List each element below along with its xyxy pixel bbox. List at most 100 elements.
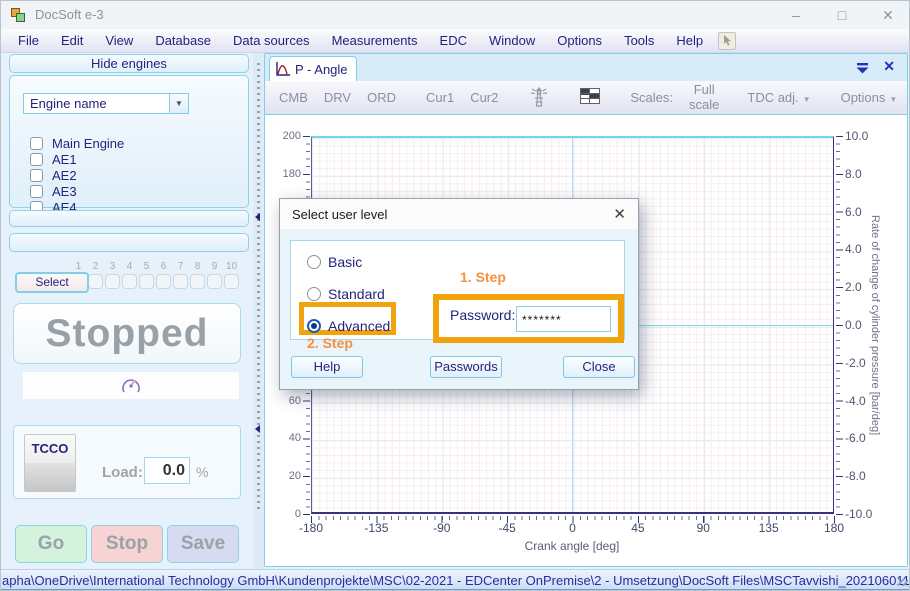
- resize-grip[interactable]: [898, 578, 908, 586]
- splitter-grip[interactable]: [257, 63, 260, 513]
- toolbar-drv-button[interactable]: DRV: [324, 90, 351, 105]
- load-input[interactable]: [144, 457, 190, 484]
- splitter-arrow-left-icon[interactable]: [255, 213, 260, 221]
- menu-item-database[interactable]: Database: [144, 29, 222, 53]
- tdc-adj-dropdown[interactable]: TDC adj.▼: [747, 90, 810, 105]
- right-axis-major-ticks: [836, 136, 843, 515]
- collapse-panel-icon[interactable]: [856, 61, 869, 79]
- cylinder-column: 2: [88, 261, 103, 289]
- engine-checkbox[interactable]: [30, 137, 43, 150]
- engine-dropdown-value: Engine name: [24, 94, 169, 113]
- cylinder-column: 6: [156, 261, 171, 289]
- radio-label: Standard: [328, 286, 385, 302]
- tab-p-angle[interactable]: P - Angle: [269, 56, 357, 81]
- cylinder-checkbox[interactable]: [190, 274, 205, 289]
- cylinder-number-label: 7: [178, 261, 184, 273]
- collapsed-panel-1[interactable]: [9, 210, 249, 227]
- passwords-button[interactable]: Passwords: [430, 356, 502, 378]
- engine-checkbox[interactable]: [30, 153, 43, 166]
- menu-item-view[interactable]: View: [94, 29, 144, 53]
- menu-item-data-sources[interactable]: Data sources: [222, 29, 321, 53]
- engine-checkbox[interactable]: [30, 185, 43, 198]
- full-scale-button[interactable]: Full scale: [689, 83, 719, 112]
- menu-item-help[interactable]: Help: [665, 29, 714, 53]
- radio-advanced[interactable]: [307, 319, 321, 333]
- menu-item-window[interactable]: Window: [478, 29, 546, 53]
- cylinder-column: 10: [224, 261, 239, 289]
- dialog-title-bar[interactable]: Select user level ✕: [280, 199, 638, 229]
- menu-item-edc[interactable]: EDC: [429, 29, 478, 53]
- radio-row-advanced[interactable]: Advanced: [307, 318, 390, 334]
- radio-row-basic[interactable]: Basic: [307, 254, 362, 270]
- engine-name-dropdown[interactable]: Engine name ▼: [23, 93, 189, 114]
- options-dropdown[interactable]: Options▼: [841, 90, 898, 105]
- engine-list: Main EngineAE1AE2AE3AE4: [30, 135, 124, 215]
- engine-label: AE3: [52, 184, 77, 199]
- cylinder-number-label: 9: [212, 261, 218, 273]
- radio-standard[interactable]: [307, 287, 321, 301]
- select-user-level-dialog: Select user level ✕ Basic Standard Advance…: [279, 198, 639, 390]
- engine-label: AE1: [52, 152, 77, 167]
- cylinder-checkbox[interactable]: [139, 274, 154, 289]
- stop-button[interactable]: Stop: [91, 525, 163, 563]
- x-axis-label: Crank angle [deg]: [452, 539, 692, 553]
- x-tick: -45: [485, 521, 529, 535]
- hide-engines-button[interactable]: Hide engines: [9, 54, 249, 73]
- file-path-text: apha\OneDrive\International Technology G…: [2, 573, 910, 588]
- cylinder-checkbox[interactable]: [105, 274, 120, 289]
- x-tick: 45: [616, 521, 660, 535]
- cylinder-checkbox[interactable]: [207, 274, 222, 289]
- tcco-block[interactable]: TCCO: [24, 434, 76, 492]
- toolbar-ord-button[interactable]: ORD: [367, 90, 396, 105]
- engine-checkbox[interactable]: [30, 169, 43, 182]
- radio-basic[interactable]: [307, 255, 321, 269]
- app-window: DocSoft e-3 – □ ✕ FileEditViewDatabaseDa…: [0, 0, 910, 591]
- tab-row: P - Angle ✕: [265, 54, 907, 81]
- radio-row-standard[interactable]: Standard: [307, 286, 385, 302]
- menu-item-tools[interactable]: Tools: [613, 29, 665, 53]
- toolbar-cmb-button[interactable]: CMB: [279, 90, 308, 105]
- cylinder-number-label: 6: [161, 261, 167, 273]
- menu-item-options[interactable]: Options: [546, 29, 613, 53]
- select-button[interactable]: Select: [15, 272, 89, 293]
- hand-pointer-icon[interactable]: [718, 32, 736, 50]
- window-title: DocSoft e-3: [35, 7, 104, 22]
- dialog-close-icon[interactable]: ✕: [613, 205, 626, 223]
- cylinder-checkbox[interactable]: [122, 274, 137, 289]
- y-left-tick: 180: [269, 168, 301, 180]
- close-button[interactable]: ✕: [865, 1, 910, 29]
- help-button[interactable]: Help: [291, 356, 363, 378]
- cylinder-number-label: 3: [110, 261, 116, 273]
- minimize-button[interactable]: –: [773, 1, 819, 29]
- close-dialog-button[interactable]: Close: [563, 356, 635, 378]
- menu-item-file[interactable]: File: [7, 29, 50, 53]
- load-unit: %: [196, 464, 208, 480]
- x-tick: 180: [812, 521, 856, 535]
- maximize-button[interactable]: □: [819, 1, 865, 29]
- go-button[interactable]: Go: [15, 525, 87, 563]
- menu-bar-items: FileEditViewDatabaseData sourcesMeasurem…: [7, 29, 714, 53]
- password-input[interactable]: [516, 306, 611, 332]
- engine-row: AE2: [30, 167, 124, 183]
- chevron-down-icon: ▼: [803, 95, 811, 104]
- x-tick: -135: [354, 521, 398, 535]
- cylinder-number-label: 10: [226, 261, 237, 273]
- cylinder-checkbox[interactable]: [224, 274, 239, 289]
- layout-grid-icon[interactable]: [580, 88, 600, 107]
- toolbar-cur2-button[interactable]: Cur2: [470, 90, 498, 105]
- splitter-arrow-left-icon[interactable]: [255, 425, 260, 433]
- menu-item-measurements[interactable]: Measurements: [321, 29, 429, 53]
- lighthouse-icon[interactable]: [528, 85, 550, 110]
- tcco-panel: TCCO Load: %: [13, 425, 241, 499]
- cylinder-checkbox[interactable]: [88, 274, 103, 289]
- chevron-down-icon[interactable]: ▼: [169, 94, 188, 113]
- save-button[interactable]: Save: [167, 525, 239, 563]
- cylinder-checkbox[interactable]: [173, 274, 188, 289]
- panel-splitter[interactable]: [253, 53, 264, 569]
- gauge-strip: [23, 372, 239, 399]
- menu-item-edit[interactable]: Edit: [50, 29, 94, 53]
- toolbar-cur1-button[interactable]: Cur1: [426, 90, 454, 105]
- collapsed-panel-2[interactable]: [9, 233, 249, 252]
- close-view-icon[interactable]: ✕: [883, 58, 895, 75]
- cylinder-checkbox[interactable]: [156, 274, 171, 289]
